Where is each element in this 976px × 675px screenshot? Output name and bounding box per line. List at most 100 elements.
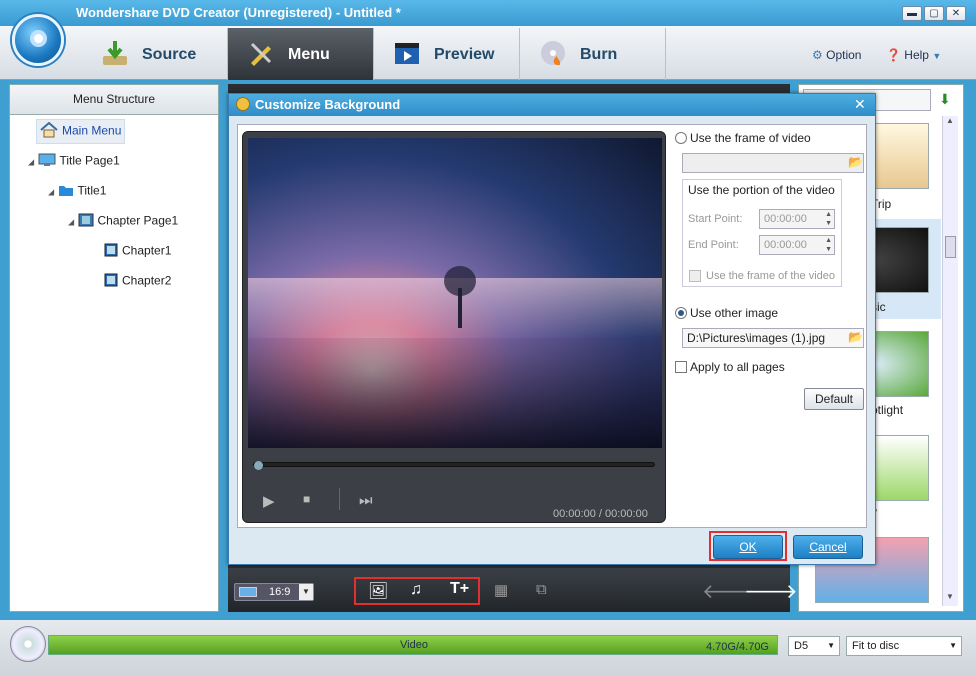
fit-value: Fit to disc [852,640,900,652]
stepper-icon[interactable]: ▲ ▼ [825,236,832,254]
customize-background-dialog: Customize Background ✕ ▶ ■ ⏭ 00:00:00 / … [228,93,876,565]
monitor-icon [38,153,56,170]
tab-menu-label: Menu [288,46,330,63]
background-preview [248,138,662,448]
film-icon [78,213,94,230]
tab-source[interactable]: Source [82,28,228,80]
tab-burn-label: Burn [580,46,618,63]
image-path-value: D:\Pictures\images (1).jpg [687,331,826,345]
monitor-icon [239,587,257,597]
portion-frame-label: Use the frame of the video [706,270,836,282]
use-other-image-radio[interactable] [675,307,687,319]
image-path-input[interactable]: D:\Pictures\images (1).jpg [682,328,864,348]
tree-item-chapter-page1[interactable]: ◢ Chapter Page1 [68,213,178,230]
cancel-button[interactable]: Cancel [793,535,863,559]
maximize-button[interactable]: ▢ [924,6,944,21]
aspect-ratio-select[interactable]: 16:9 ▼ [234,583,314,601]
seek-bar[interactable] [253,461,655,470]
seek-handle[interactable] [254,461,263,470]
expand-icon: ◢ [48,187,55,197]
filmstrip-icon [104,243,118,260]
disc-type-select[interactable]: D5 ▼ [788,636,840,656]
close-button[interactable]: ✕ [946,6,966,21]
burn-disc-icon [541,41,565,65]
tree-item-title-page1[interactable]: ◢ Title Page1 [28,153,120,170]
tree-item-title1[interactable]: ◢ Title1 [48,183,106,200]
filmstrip-icon [104,273,118,290]
disc-capacity-bar: Video 4.70G/4.70G [48,635,778,655]
close-icon[interactable]: ✕ [854,96,866,113]
tree-item-label: Chapter2 [122,273,172,288]
disc-logo-icon [30,30,47,47]
expand-icon: ◢ [28,157,35,167]
dialog-title-bar: Customize Background ✕ [229,94,875,116]
template-scrollbar[interactable]: ▲ ▼ [942,116,958,606]
tree-item-chapter2[interactable]: Chapter2 [104,273,171,290]
help-label: Help [904,48,929,62]
source-download-icon [103,41,127,65]
menu-edit-icon [250,42,272,66]
window-title: Wondershare DVD Creator (Unregistered) -… [76,5,401,20]
default-button[interactable]: Default [804,388,864,410]
end-point-input[interactable]: 00:00:00 ▲ ▼ [759,235,835,255]
download-icon[interactable]: ⬇ [939,91,951,108]
play-icon[interactable]: ▶ [263,492,275,510]
arrow-right-icon[interactable]: 🡒 [744,579,798,604]
progress-label: Video [400,639,428,651]
fit-select[interactable]: Fit to disc ▼ [846,636,962,656]
tab-preview-label: Preview [434,46,495,63]
tab-preview[interactable]: Preview [374,28,520,80]
background-image-icon[interactable]: 🖼 [368,581,388,601]
scroll-thumb[interactable] [945,236,956,258]
aspect-ratio-value: 16:9 [269,586,291,598]
folder-open-icon[interactable]: 📂 [848,330,863,344]
stop-icon[interactable]: ■ [303,492,310,506]
timecode: 00:00:00 / 00:00:00 [553,508,648,520]
disc-type-value: D5 [794,640,809,652]
dialog-icon [236,97,250,111]
music-note-icon[interactable]: ♫ [410,581,422,599]
chevron-down-icon: ▼ [932,51,942,61]
ok-button[interactable]: OK [713,535,783,559]
portion-frame-checkbox[interactable] [689,270,701,282]
chevron-down-icon: ▼ [827,641,835,650]
disc-icon [10,626,46,662]
video-player: ▶ ■ ⏭ 00:00:00 / 00:00:00 [242,131,666,523]
progress-size: 4.70G/4.70G [706,641,769,653]
help-button[interactable]: ❓ Help ▼ [886,48,941,62]
app-logo[interactable] [12,14,64,66]
tab-menu[interactable]: Menu [228,28,374,80]
option-label: Option [826,48,862,62]
expand-icon: ◢ [68,217,75,227]
tree-item-label: Title Page1 [59,153,120,168]
menu-editor-toolbar: 16:9 ▼ 🖼 ♫ T+ ▦ ⧉ 🡐 🡒 [228,568,798,612]
start-point-input[interactable]: 00:00:00 ▲ ▼ [759,209,835,229]
water-reflection [248,338,662,448]
apply-all-checkbox[interactable] [675,361,687,373]
video-frame-field[interactable] [682,153,864,173]
tree-item-chapter1[interactable]: Chapter1 [104,243,171,260]
next-icon[interactable]: ⏭ [359,492,373,509]
use-frame-radio[interactable] [675,132,687,144]
layers-icon[interactable]: ⧉ [536,581,547,598]
tree-item-label: Chapter Page1 [97,213,179,228]
apply-all-label: Apply to all pages [690,360,785,374]
add-text-icon[interactable]: T+ [450,580,469,598]
tree-item-label: Main Menu [62,123,122,138]
option-button[interactable]: ⚙ Option [812,48,861,62]
home-icon [40,121,58,141]
tree-item-main-menu[interactable]: Main Menu [36,119,126,144]
chevron-down-icon: ▼ [949,641,957,650]
preview-clapper-icon [395,43,419,64]
stepper-icon[interactable]: ▲ ▼ [825,210,832,228]
tree-item-label: Title1 [77,183,107,198]
minimize-button[interactable]: ▬ [902,6,922,21]
grid-icon[interactable]: ▦ [494,581,508,599]
tab-burn[interactable]: Burn [520,28,666,80]
scroll-down-icon[interactable]: ▼ [946,592,954,601]
dialog-title: Customize Background [255,97,401,112]
chevron-down-icon: ▼ [299,584,313,600]
tab-source-label: Source [142,46,197,63]
folder-open-icon[interactable]: 📂 [848,155,863,169]
scroll-up-icon[interactable]: ▲ [946,116,954,125]
